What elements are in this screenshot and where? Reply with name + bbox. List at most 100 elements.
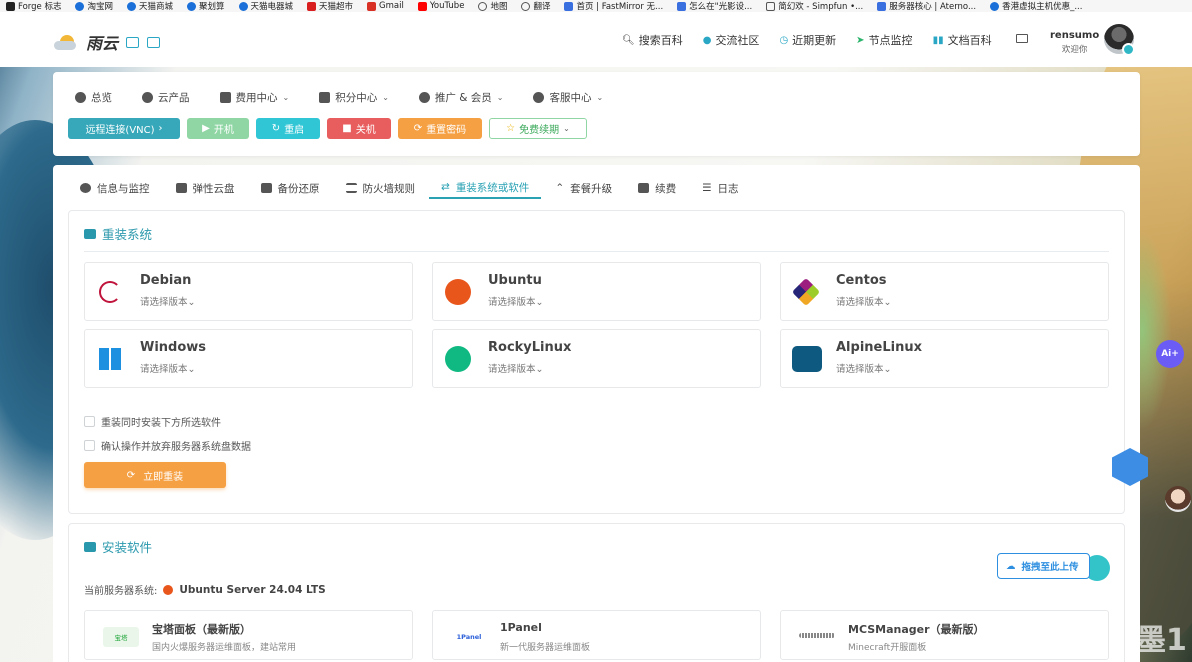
menu-points[interactable]: 积分中心 ⌄ [319,90,389,105]
info-icon [80,183,91,193]
bookmark-item[interactable]: 聚划算 [187,0,225,12]
ai-assistant-button[interactable]: Ai+ [1156,340,1184,368]
play-icon: ▶ [202,123,210,134]
os-option-centos[interactable]: Centos 请选择版本⌄ [780,262,1109,321]
tab-backup[interactable]: 备份还原 [260,177,320,199]
tab-logs[interactable]: ☰ 日志 [702,177,738,199]
nav-recent-updates[interactable]: ◷ 近期更新 [779,32,836,48]
software-panel: 安装软件 当前服务器系统: Ubuntu Server 24.04 LTS 宝塔… [68,523,1125,662]
reinstall-now-button[interactable]: ⟳ 立即重装 [84,462,226,488]
software-item-mcsmanager[interactable]: MCSManager（最新版） Minecraft开服面板 [780,610,1109,660]
bookmark-item[interactable]: 简幻欢 - Simpfun •... [766,0,863,12]
translate-icon[interactable] [147,36,161,48]
top-navbar: 雨云 🔍︎ 搜索百科 ● 交流社区 ◷ 近期更新 ➤ 节点监控 ▮▮ 文档百科 rensu… [0,12,1192,67]
ubuntu-logo-icon [445,279,471,305]
bookmark-item[interactable]: 首页 | FastMirror 无... [564,0,663,12]
menu-overview[interactable]: 总览 [75,90,112,105]
software-item-baota[interactable]: 宝塔 宝塔面板（最新版） 国内火爆服务器运维面板，建站常用 [84,610,413,660]
nav-docs-wiki[interactable]: ▮▮ 文档百科 [933,32,992,48]
reset-password-button[interactable]: ⟳ 重置密码 [398,118,482,139]
bookmark-item[interactable]: 服务器核心 | Aterno... [877,0,976,12]
search-icon: 🔍︎ [622,34,635,46]
restart-button[interactable]: ↻ 重启 [256,118,320,139]
assistant-avatar[interactable] [1165,486,1191,512]
os-option-rockylinux[interactable]: RockyLinux 请选择版本⌄ [432,329,761,388]
vnc-button[interactable]: 远程连接(VNC) › [68,118,180,139]
youtube-icon [417,1,427,11]
menu-billing[interactable]: 费用中心 ⌄ [219,90,290,105]
power-off-button[interactable]: ■ 关机 [327,118,391,139]
menu-cloud-products[interactable]: 云产品 [142,90,190,105]
tab-renew[interactable]: 续费 [638,177,676,199]
os-option-windows[interactable]: Windows 请选择版本⌄ [84,329,413,388]
free-renew-button[interactable]: ☆ 免费续期 ⌄ [489,118,587,139]
box-icon [84,541,96,552]
tab-firewall[interactable]: 防火墙规则 [345,177,415,199]
install-software-checkbox[interactable]: 重装同时安装下方所选软件 [84,414,221,429]
rockylinux-logo-icon [445,346,471,372]
version-select[interactable]: 请选择版本⌄ [488,361,543,375]
bookmark-item[interactable]: 天猫超市 [307,0,353,12]
chevron-down-icon: ⌄ [282,93,290,102]
tab-cloud-disk[interactable]: 弹性云盘 [175,177,235,199]
power-on-button[interactable]: ▶ 开机 [187,118,249,139]
os-option-ubuntu[interactable]: Ubuntu 请选择版本⌄ [432,262,761,321]
software-item-1panel[interactable]: 1Panel 1Panel 新一代服务器运维面板 [432,610,761,660]
gift-icon [319,92,331,103]
version-select[interactable]: 请选择版本⌄ [140,361,195,375]
clock-icon: ◷ [779,34,789,46]
chevron-down-icon: ⌄ [382,93,389,102]
mail-icon[interactable] [1016,34,1028,43]
baota-logo-icon: 宝塔 [103,627,139,647]
version-select[interactable]: 请选择版本⌄ [836,294,891,308]
server-actions: 远程连接(VNC) › ▶ 开机 ↻ 重启 ■ 关机 ⟳ 重置密码 ☆ 免费续期 ⌄ [68,118,587,139]
checkbox[interactable] [84,416,95,427]
confirm-checkbox[interactable]: 确认操作并放弃服务器系统盘数据 [84,438,251,453]
main-menu: 总览 云产品 费用中心 ⌄ 积分中心 ⌄ 推广 & 会员 ⌄ 客服中心 ⌄ [75,90,603,105]
chevron-down-icon: ⌄ [496,93,504,102]
bookmark-item[interactable]: 淘宝网 [75,0,113,12]
sync-icon: ⟳ [126,469,136,481]
cloud-upload-icon: ☁ [1006,560,1016,572]
tab-info-monitor[interactable]: 信息与监控 [80,177,150,199]
site-logo[interactable]: 雨云 [54,30,161,54]
sync-icon: ⟳ [413,123,423,134]
user-info[interactable]: rensumo 欢迎你 [1050,30,1099,55]
bookmark-item[interactable]: 翻译 [521,0,550,12]
bookmark-icon [877,1,887,11]
bookmark-item[interactable]: 香港虚拟主机优惠_... [990,0,1082,12]
nav-community[interactable]: ● 交流社区 [703,32,760,48]
bookmark-item[interactable]: YouTube [417,1,464,11]
bookmark-item[interactable]: Forge 标志 [6,0,61,12]
version-select[interactable]: 请选择版本⌄ [836,361,891,375]
version-select[interactable]: 请选择版本⌄ [140,294,195,308]
chevron-down-icon: ⌄ [187,297,196,308]
1panel-logo-icon: 1Panel [456,633,482,641]
image-icon[interactable] [126,36,140,48]
menu-promotion[interactable]: 推广 & 会员 ⌄ [418,90,504,105]
software-title: 安装软件 [84,537,152,556]
menu-support[interactable]: 客服中心 ⌄ [533,90,603,105]
drag-upload-widget[interactable]: ☁ 拖拽至此上传 [997,553,1090,579]
checkbox[interactable] [84,440,95,451]
globe-icon [478,1,488,11]
os-option-alpinelinux[interactable]: AlpineLinux 请选择版本⌄ [780,329,1109,388]
tab-upgrade[interactable]: ⌃ 套餐升级 [555,177,612,199]
os-option-debian[interactable]: Debian 请选择版本⌄ [84,262,413,321]
nav-node-monitor[interactable]: ➤ 节点监控 [856,32,912,48]
headset-icon [533,92,545,103]
bookmark-item[interactable]: 天猫商城 [126,0,173,12]
bookmark-item[interactable]: 地图 [478,0,507,12]
refresh-icon: ↻ [271,123,281,134]
nav-search-wiki[interactable]: 🔍︎ 搜索百科 [622,32,683,48]
wallet-icon [219,92,231,103]
mcsmanager-logo-icon [799,633,835,638]
tab-reinstall[interactable]: ⇄ 重装系统或软件 [429,177,542,199]
log-list-icon: ☰ [702,182,712,194]
bookmark-item[interactable]: 怎么在"光影设... [677,0,752,12]
chevron-down-icon: ⌄ [535,297,544,308]
community-icon: ● [702,34,712,46]
bookmark-item[interactable]: 天猫电器城 [238,0,293,12]
bookmark-item[interactable]: Gmail [367,1,404,11]
version-select[interactable]: 请选择版本⌄ [488,294,543,308]
